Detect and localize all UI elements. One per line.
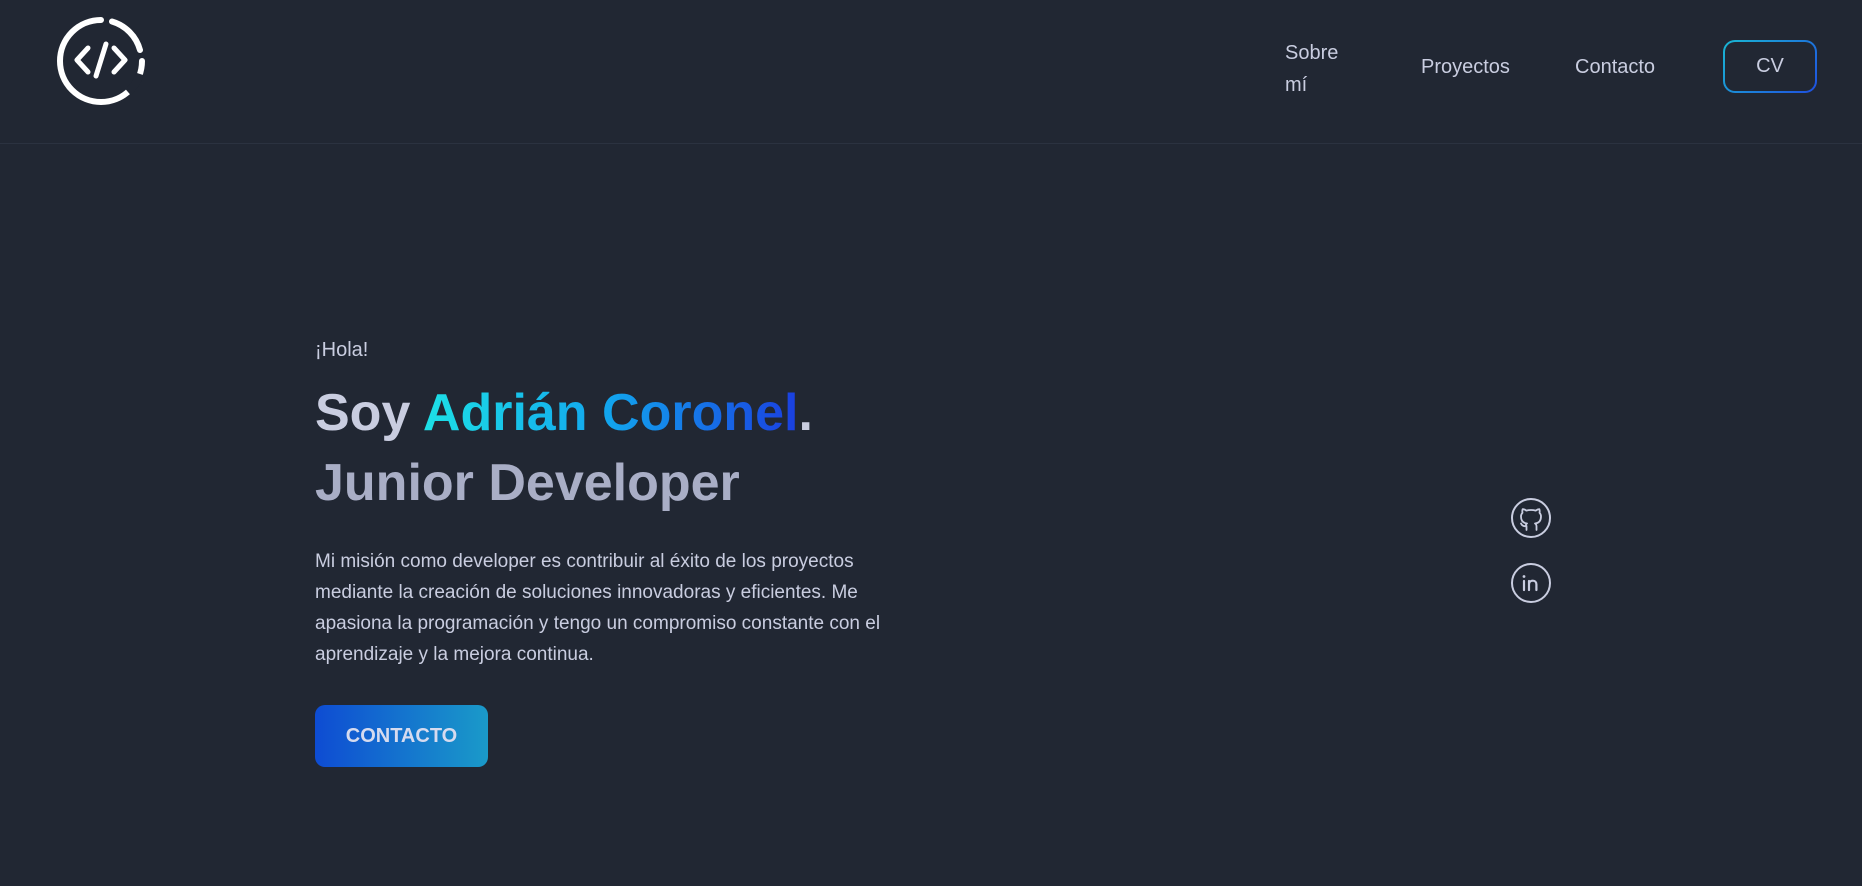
linkedin-icon — [1511, 563, 1551, 603]
title-suffix: . — [798, 384, 813, 442]
hero-section: ¡Hola! Soy Adrián Coronel. Junior Develo… — [315, 336, 935, 670]
developer-name: Adrián Coronel — [422, 384, 799, 442]
mission-text: Mi misión como developer es contribuir a… — [315, 551, 881, 665]
code-brackets-icon — [57, 17, 145, 105]
greeting: ¡Hola! — [315, 339, 369, 361]
linkedin-link[interactable] — [1510, 562, 1552, 604]
logo[interactable] — [54, 14, 148, 108]
title-prefix: Soy — [315, 384, 423, 442]
hero-subtitle: Junior Developer — [315, 454, 740, 512]
site-header: Sobre mí Proyectos Contacto CV — [0, 0, 1862, 144]
github-icon — [1511, 498, 1551, 538]
contact-button[interactable]: CONTACTO — [315, 705, 488, 767]
cv-button[interactable]: CV — [1723, 40, 1817, 93]
github-link[interactable] — [1510, 497, 1552, 539]
hero-title: Soy Adrián Coronel. — [315, 378, 935, 448]
nav-about[interactable]: Sobre mí — [1285, 37, 1355, 101]
nav-contact[interactable]: Contacto — [1575, 51, 1655, 83]
nav-projects[interactable]: Proyectos — [1421, 51, 1510, 83]
